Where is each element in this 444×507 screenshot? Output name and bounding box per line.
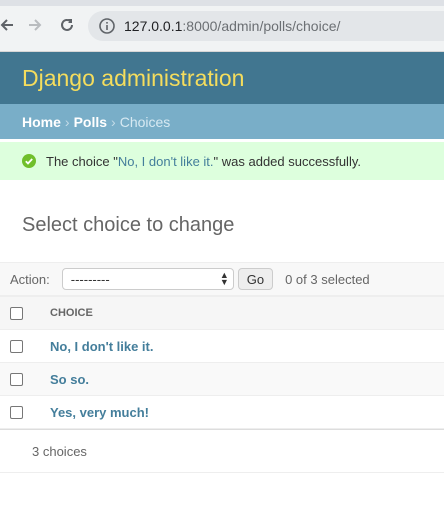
address-bar[interactable]: 127.0.0.1:8000/admin/polls/choice/ [88,11,444,41]
breadcrumb-polls[interactable]: Polls [74,114,107,130]
select-arrows-icon: ▲ ▼ [219,270,229,287]
breadcrumb-current: Choices [119,113,171,130]
url-text[interactable]: 127.0.0.1:8000/admin/polls/choice/ [124,18,340,34]
reload-icon[interactable] [56,14,78,36]
go-button[interactable]: Go [237,268,274,290]
results-table: Choice No, I don't like it. So so. Yes, … [0,296,444,429]
table-row: So so. [0,362,444,396]
action-label: Action: [10,271,50,287]
choice-link[interactable]: No, I don't like it. [50,339,153,354]
site-brand[interactable]: Django administration [22,65,244,92]
select-all-checkbox[interactable] [10,306,23,320]
selection-counter: 0 of 3 selected [285,271,370,287]
site-header: Django administration [0,52,444,104]
message-object-link[interactable]: No, I don't like it. [118,154,214,169]
action-select-value: --------- [70,271,110,287]
paginator: 3 choices [0,429,444,473]
breadcrumb-home[interactable]: Home [22,114,61,130]
column-header-choice[interactable]: Choice [50,296,444,330]
message-text: The choice "No, I don't like it." was ad… [46,153,361,169]
breadcrumb-separator: › [64,113,70,130]
forward-arrow-icon[interactable] [24,14,46,36]
action-select[interactable]: --------- ▲ ▼ [61,268,234,290]
browser-toolbar: 127.0.0.1:8000/admin/polls/choice/ [0,0,444,52]
site-info-icon[interactable] [98,17,116,35]
select-all-cell [0,296,50,330]
back-arrow-icon[interactable] [0,14,18,36]
breadcrumb-separator: › [111,113,116,130]
table-row: No, I don't like it. [0,329,444,363]
row-checkbox[interactable] [10,339,23,353]
row-checkbox[interactable] [10,405,23,419]
table-row: Yes, very much! [0,395,444,429]
breadcrumb: Home › Polls › Choices [0,104,444,139]
tab-strip [0,0,444,6]
actions-bar: Action: --------- ▲ ▼ Go 0 of 3 selected [0,262,444,296]
page-title: Select choice to change [22,214,235,236]
choice-link[interactable]: Yes, very much! [50,405,149,420]
success-check-icon [22,154,36,168]
choice-link[interactable]: So so. [50,372,89,387]
result-count: 3 choices [32,443,87,459]
success-message: The choice "No, I don't like it." was ad… [0,142,444,180]
row-checkbox[interactable] [10,372,23,386]
